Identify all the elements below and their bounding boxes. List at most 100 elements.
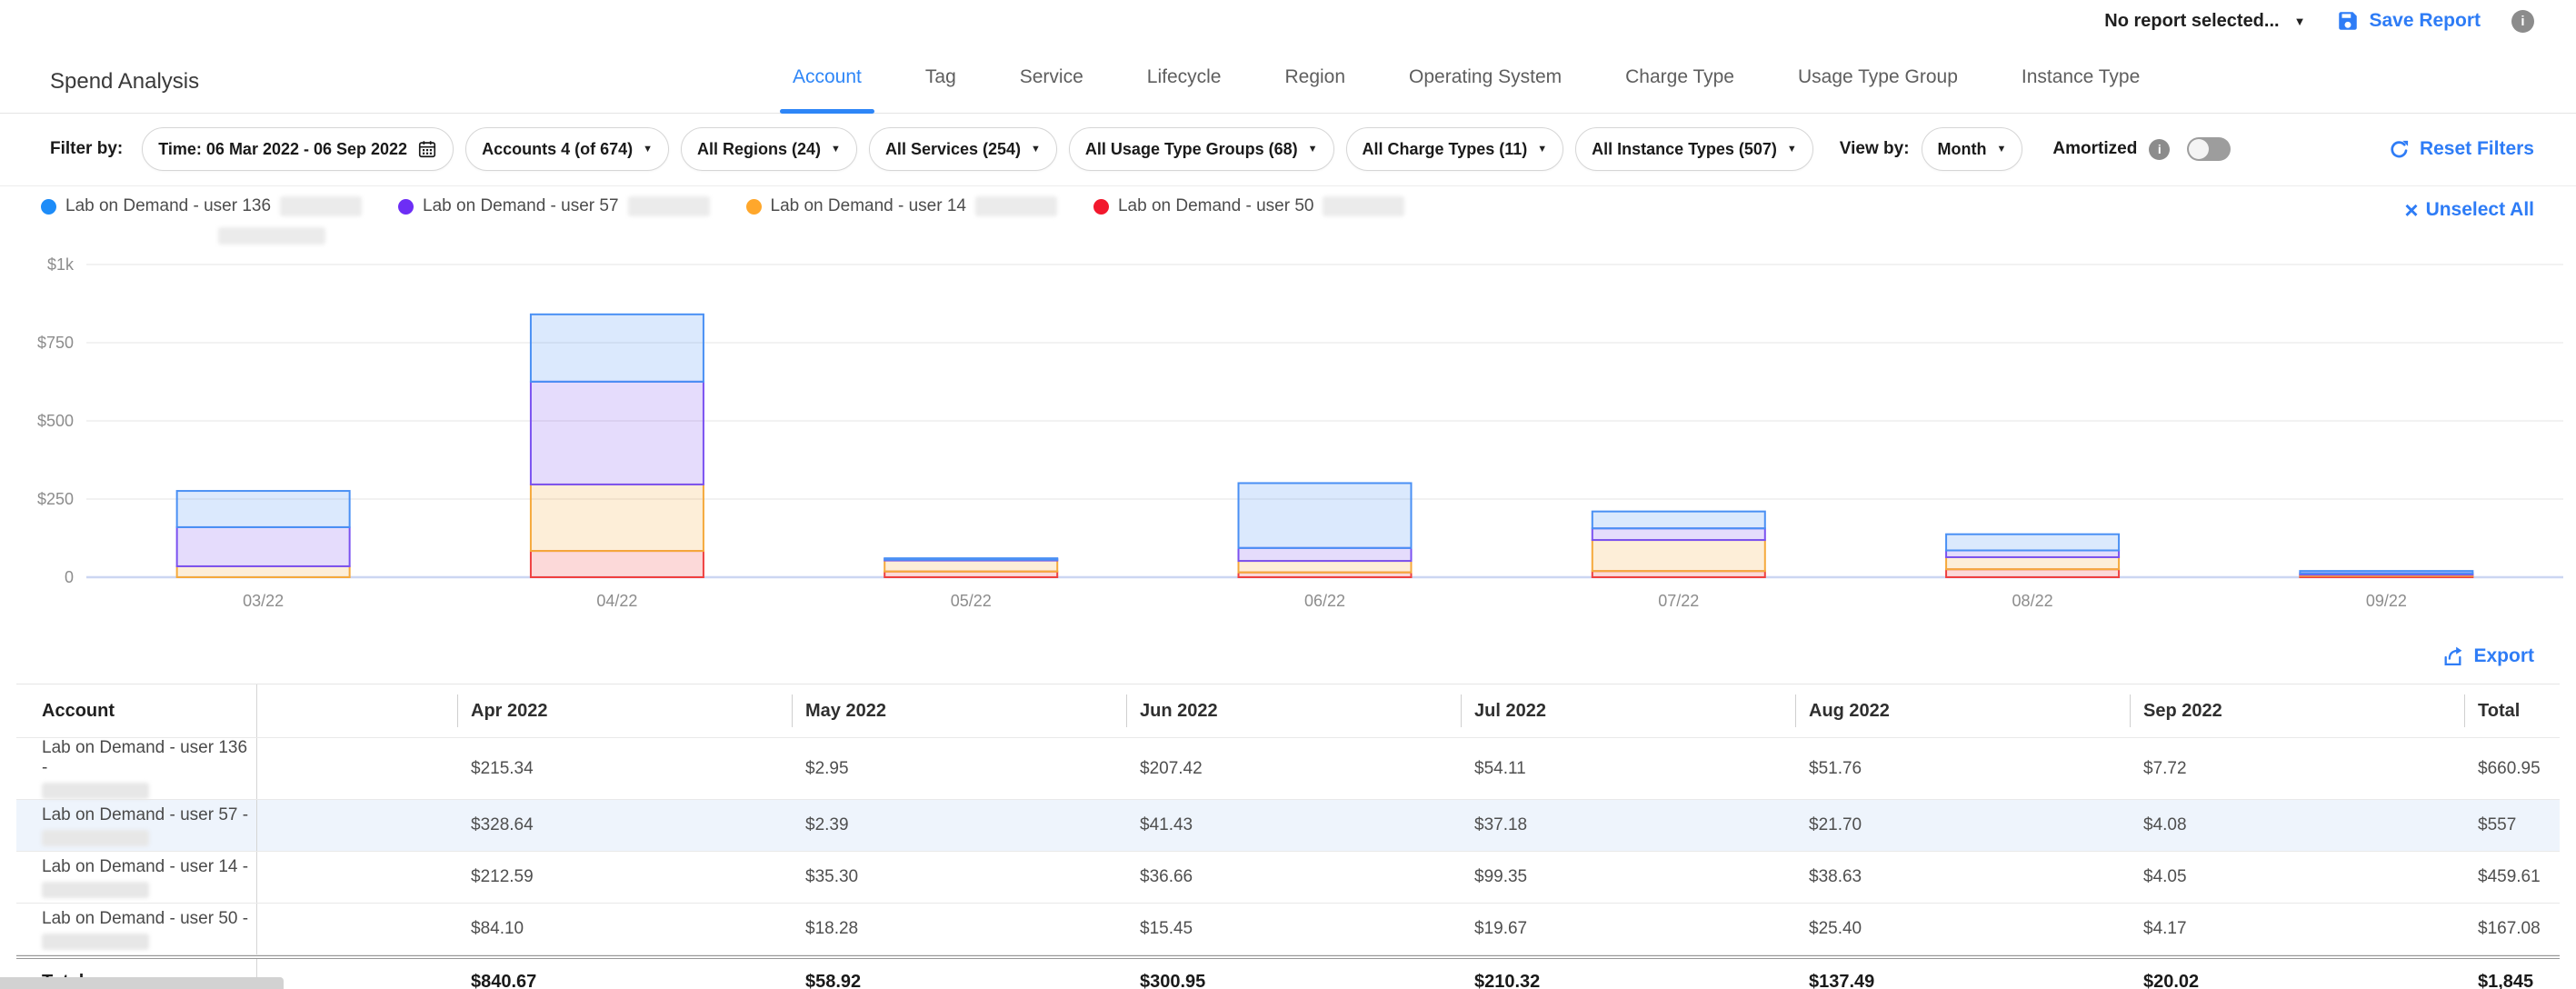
chevron-down-icon: ▼: [643, 144, 653, 155]
legend-item-label: Lab on Demand - user 57: [423, 196, 618, 216]
bar-segment-lab-on-demand-user-136-03-22[interactable]: [177, 491, 350, 527]
table-total-row: Total$840.67$58.92$300.95$210.32$137.49$…: [16, 955, 2560, 989]
table-row: Lab on Demand - user 57 -$328.64$2.39$41…: [16, 800, 2560, 852]
toggle-knob: [2189, 139, 2209, 159]
bar-segment-lab-on-demand-user-14-04-22[interactable]: [531, 485, 704, 551]
tab-usage-type-group[interactable]: Usage Type Group: [1794, 42, 1962, 113]
tab-account[interactable]: Account: [789, 42, 865, 113]
amortized-label: Amortized: [2052, 139, 2137, 159]
filter-pill-accounts[interactable]: Accounts 4 (of 674)▼: [465, 127, 669, 171]
bar-segment-lab-on-demand-user-14-03-22[interactable]: [177, 566, 350, 577]
filter-bar: Filter by: Time: 06 Mar 2022 - 06 Sep 20…: [0, 113, 2576, 186]
filter-pill-regions[interactable]: All Regions (24) ▼: [681, 127, 857, 171]
column-tick: [2464, 694, 2465, 727]
chevron-down-icon: ▼: [2294, 15, 2306, 28]
filter-pill-usage-type-groups[interactable]: All Usage Type Groups (68)▼: [1069, 127, 1334, 171]
chevron-down-icon: ▼: [1537, 144, 1547, 155]
column-header-may-2022[interactable]: May 2022: [792, 684, 1126, 737]
bar-segment-lab-on-demand-user-57-04-22[interactable]: [531, 382, 704, 485]
filter-pill-charge-types[interactable]: All Charge Types (11)▼: [1346, 127, 1564, 171]
legend-item-lab-on-demand-user-57[interactable]: Lab on Demand - user 57: [398, 196, 709, 216]
x-axis-tick-label: 03/22: [243, 592, 284, 610]
column-header-aug-2022[interactable]: Aug 2022: [1795, 684, 2130, 737]
bar-segment-lab-on-demand-user-136-09-22[interactable]: [2300, 571, 2472, 574]
bar-segment-lab-on-demand-user-14-07-22[interactable]: [1593, 540, 1765, 571]
column-header-sep-2022[interactable]: Sep 2022: [2130, 684, 2464, 737]
tab-region[interactable]: Region: [1281, 42, 1349, 113]
column-header-label: May 2022: [805, 701, 886, 722]
tab-charge-type[interactable]: Charge Type: [1622, 42, 1738, 113]
filter-pill-label: All Regions (24): [697, 140, 821, 159]
y-axis-tick-label: 0: [65, 568, 74, 586]
column-header-total[interactable]: Total: [2464, 684, 2560, 737]
column-header-account[interactable]: Account: [16, 684, 257, 737]
bar-segment-lab-on-demand-user-136-05-22[interactable]: [884, 558, 1057, 560]
bar-segment-lab-on-demand-user-57-06-22[interactable]: [1239, 548, 1412, 561]
total-value-cell: $20.02: [2130, 959, 2464, 989]
tab-bar: Account Tag Service Lifecycle Region Operatin…: [789, 42, 2143, 113]
legend-item-lab-on-demand-user-50[interactable]: Lab on Demand - user 50: [1093, 196, 1404, 216]
info-icon[interactable]: i: [2149, 139, 2170, 160]
legend-item-label: Lab on Demand - user 14: [771, 196, 966, 216]
filter-by-label: Filter by:: [50, 139, 123, 159]
value-cell: $41.43: [1126, 800, 1461, 851]
bar-segment-lab-on-demand-user-50-08-22[interactable]: [1946, 569, 2119, 577]
column-header-jun-2022[interactable]: Jun 2022: [1126, 684, 1461, 737]
value-cell: $19.67: [1461, 904, 1795, 954]
table-row: Lab on Demand - user 14 -$212.59$35.30$3…: [16, 852, 2560, 904]
tab-operating-system[interactable]: Operating System: [1405, 42, 1565, 113]
bar-segment-lab-on-demand-user-14-08-22[interactable]: [1946, 557, 2119, 569]
unselect-all-button[interactable]: × Unselect All: [2404, 198, 2534, 222]
filter-pill-instance-types[interactable]: All Instance Types (507)▼: [1575, 127, 1813, 171]
chevron-down-icon: ▼: [831, 144, 841, 155]
column-header-apr-2022[interactable]: Apr 2022: [457, 684, 792, 737]
bar-segment-lab-on-demand-user-57-03-22[interactable]: [177, 527, 350, 566]
table-row: Lab on Demand - user 136 -$215.34$2.95$2…: [16, 738, 2560, 800]
export-bar: Export: [2441, 636, 2534, 676]
value-cell: $660.95: [2464, 738, 2560, 799]
bar-segment-lab-on-demand-user-57-08-22[interactable]: [1946, 551, 2119, 557]
info-icon[interactable]: i: [2511, 10, 2534, 33]
legend-item-lab-on-demand-user-14[interactable]: Lab on Demand - user 14: [746, 196, 1057, 216]
total-value-cell: $58.92: [792, 959, 1126, 989]
bar-segment-lab-on-demand-user-57-07-22[interactable]: [1593, 528, 1765, 540]
column-tick: [1461, 694, 1462, 727]
value-cell: $7.72: [2130, 738, 2464, 799]
y-axis-tick-label: $250: [37, 490, 74, 508]
report-selector-dropdown[interactable]: No report selected... ▼: [2104, 11, 2305, 32]
spend-bar-chart: $1k$750$500$250003/2204/2205/2206/2207/2…: [0, 240, 2576, 631]
view-by-value: Month: [1938, 140, 1987, 159]
total-value-cell: $137.49: [1795, 959, 2130, 989]
bar-segment-lab-on-demand-user-136-08-22[interactable]: [1946, 534, 2119, 551]
bar-segment-lab-on-demand-user-50-04-22[interactable]: [531, 551, 704, 577]
bar-segment-lab-on-demand-user-136-04-22[interactable]: [531, 315, 704, 382]
tab-tag[interactable]: Tag: [922, 42, 960, 113]
save-report-button[interactable]: Save Report: [2336, 9, 2481, 33]
tab-service[interactable]: Service: [1016, 42, 1087, 113]
column-header-jul-2022[interactable]: Jul 2022: [1461, 684, 1795, 737]
bar-segment-lab-on-demand-user-136-06-22[interactable]: [1239, 483, 1412, 547]
tab-instance-type[interactable]: Instance Type: [2018, 42, 2143, 113]
table-spacer-cell: [257, 904, 457, 954]
column-tick: [1795, 694, 1796, 727]
amortized-toggle[interactable]: [2187, 137, 2231, 161]
bar-segment-lab-on-demand-user-14-05-22[interactable]: [884, 561, 1057, 572]
value-cell: $459.61: [2464, 852, 2560, 903]
column-header-label: Sep 2022: [2143, 701, 2222, 722]
y-axis-tick-label: $750: [37, 334, 74, 352]
column-header-label: Jul 2022: [1474, 701, 1546, 722]
spend-analysis-screen: No report selected... ▼ Save Report i Sp…: [0, 0, 2576, 989]
total-value-cell: $840.67: [457, 959, 792, 989]
value-cell: $18.28: [792, 904, 1126, 954]
export-button[interactable]: Export: [2441, 645, 2534, 668]
save-report-label: Save Report: [2369, 10, 2481, 32]
filter-pill-services[interactable]: All Services (254)▼: [869, 127, 1057, 171]
legend-item-lab-on-demand-user-136[interactable]: Lab on Demand - user 136: [41, 196, 362, 216]
reset-filters-button[interactable]: Reset Filters: [2388, 138, 2534, 161]
bar-segment-lab-on-demand-user-50-07-22[interactable]: [1593, 571, 1765, 577]
bar-segment-lab-on-demand-user-14-06-22[interactable]: [1239, 561, 1412, 573]
filter-pill-time[interactable]: Time: 06 Mar 2022 - 06 Sep 2022: [142, 127, 454, 171]
bar-segment-lab-on-demand-user-136-07-22[interactable]: [1593, 512, 1765, 529]
view-by-dropdown[interactable]: Month ▼: [1922, 127, 2023, 171]
tab-lifecycle[interactable]: Lifecycle: [1143, 42, 1225, 113]
